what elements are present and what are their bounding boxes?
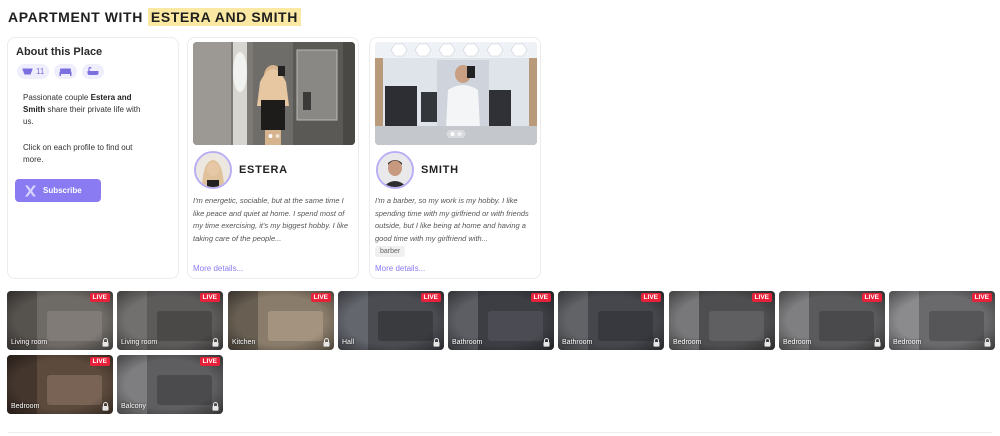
camera-tile[interactable]: LIVE Bedroom [889,291,995,350]
subscribe-label: Subscribe [43,186,82,195]
camera-label: Balcony [121,403,146,410]
page-title: APARTMENT WITH ESTERA AND SMITH [8,8,301,26]
profile-photo[interactable] [375,42,537,145]
lock-icon [102,338,109,347]
camera-label: Bedroom [673,339,702,346]
camera-tile[interactable]: LIVE Kitchen [228,291,334,350]
profile-card-smith[interactable]: SMITH I'm a barber, so my work is my hob… [369,37,541,279]
lock-icon [433,338,440,347]
camera-label: Kitchen [232,339,256,346]
lock-icon [764,338,771,347]
lock-icon [874,338,881,347]
camera-tile[interactable]: LIVE Bedroom [669,291,775,350]
camera-label: Living room [11,339,48,346]
camera-label: Bedroom [11,403,40,410]
camera-tile[interactable]: LIVE Bedroom [7,355,113,414]
profile-tag: barber [375,246,406,257]
lock-icon [543,338,550,347]
carousel-dots [446,130,466,138]
divider [8,432,992,433]
camera-tile[interactable]: LIVE Bathroom [558,291,664,350]
lock-icon [102,402,109,411]
camera-tile[interactable]: LIVE Living room [7,291,113,350]
live-badge: LIVE [861,293,882,302]
lock-icon [212,338,219,347]
more-details-link[interactable]: More details... [193,264,243,273]
camera-tile[interactable]: LIVE Bedroom [779,291,885,350]
avatar [194,151,232,189]
amenity-chip-bed [54,64,78,79]
carousel-dots [268,134,280,138]
camera-label: Bedroom [783,339,812,346]
camera-label: Living room [121,339,158,346]
amenity-chip-rooms: 11 [17,64,50,79]
about-hint: Click on each profile to find out more. [23,143,133,164]
title-highlight: ESTERA AND SMITH [147,8,301,26]
more-details-link[interactable]: More details... [375,264,425,273]
lock-icon [984,338,991,347]
camera-tile[interactable]: LIVE Balcony [117,355,223,414]
lock-icon [653,338,660,347]
lock-icon [323,338,330,347]
profile-name: SMITH [421,164,459,176]
profile-bio: I'm energetic, sociable, but at the same… [193,196,349,243]
live-badge: LIVE [89,357,110,366]
live-badge: LIVE [420,293,441,302]
camera-tile[interactable]: LIVE Hall [338,291,444,350]
x-logo-icon [25,185,36,196]
about-intro: Passionate couple Estera and Smith share… [23,93,141,126]
profile-card-estera[interactable]: ESTERA I'm energetic, sociable, but at t… [187,37,359,279]
live-badge: LIVE [199,357,220,366]
profile-bio: I'm a barber, so my work is my hobby. I … [375,196,529,243]
profile-name: ESTERA [239,164,288,176]
camera-label: Bathroom [562,339,593,346]
bathtub-icon [87,67,99,75]
live-badge: LIVE [640,293,661,302]
bowl-icon [22,68,33,74]
amenity-chips: 11 [17,64,170,79]
live-badge: LIVE [971,293,992,302]
about-heading: About this Place [16,46,103,58]
lock-icon [212,402,219,411]
live-badge: LIVE [310,293,331,302]
about-card: About this Place 11 Passionate couple Es… [7,37,179,279]
live-badge: LIVE [751,293,772,302]
live-badge: LIVE [89,293,110,302]
camera-label: Bedroom [893,339,922,346]
amenity-count: 11 [36,67,45,76]
camera-label: Hall [342,339,355,346]
camera-label: Bathroom [452,339,483,346]
subscribe-button[interactable]: Subscribe [15,179,101,202]
profile-photo[interactable] [193,42,355,145]
title-prefix: APARTMENT WITH [8,9,143,25]
live-badge: LIVE [530,293,551,302]
avatar [376,151,414,189]
bed-icon [59,68,72,76]
camera-tile[interactable]: LIVE Living room [117,291,223,350]
live-badge: LIVE [199,293,220,302]
camera-tile[interactable]: LIVE Bathroom [448,291,554,350]
amenity-chip-bath [82,64,105,79]
